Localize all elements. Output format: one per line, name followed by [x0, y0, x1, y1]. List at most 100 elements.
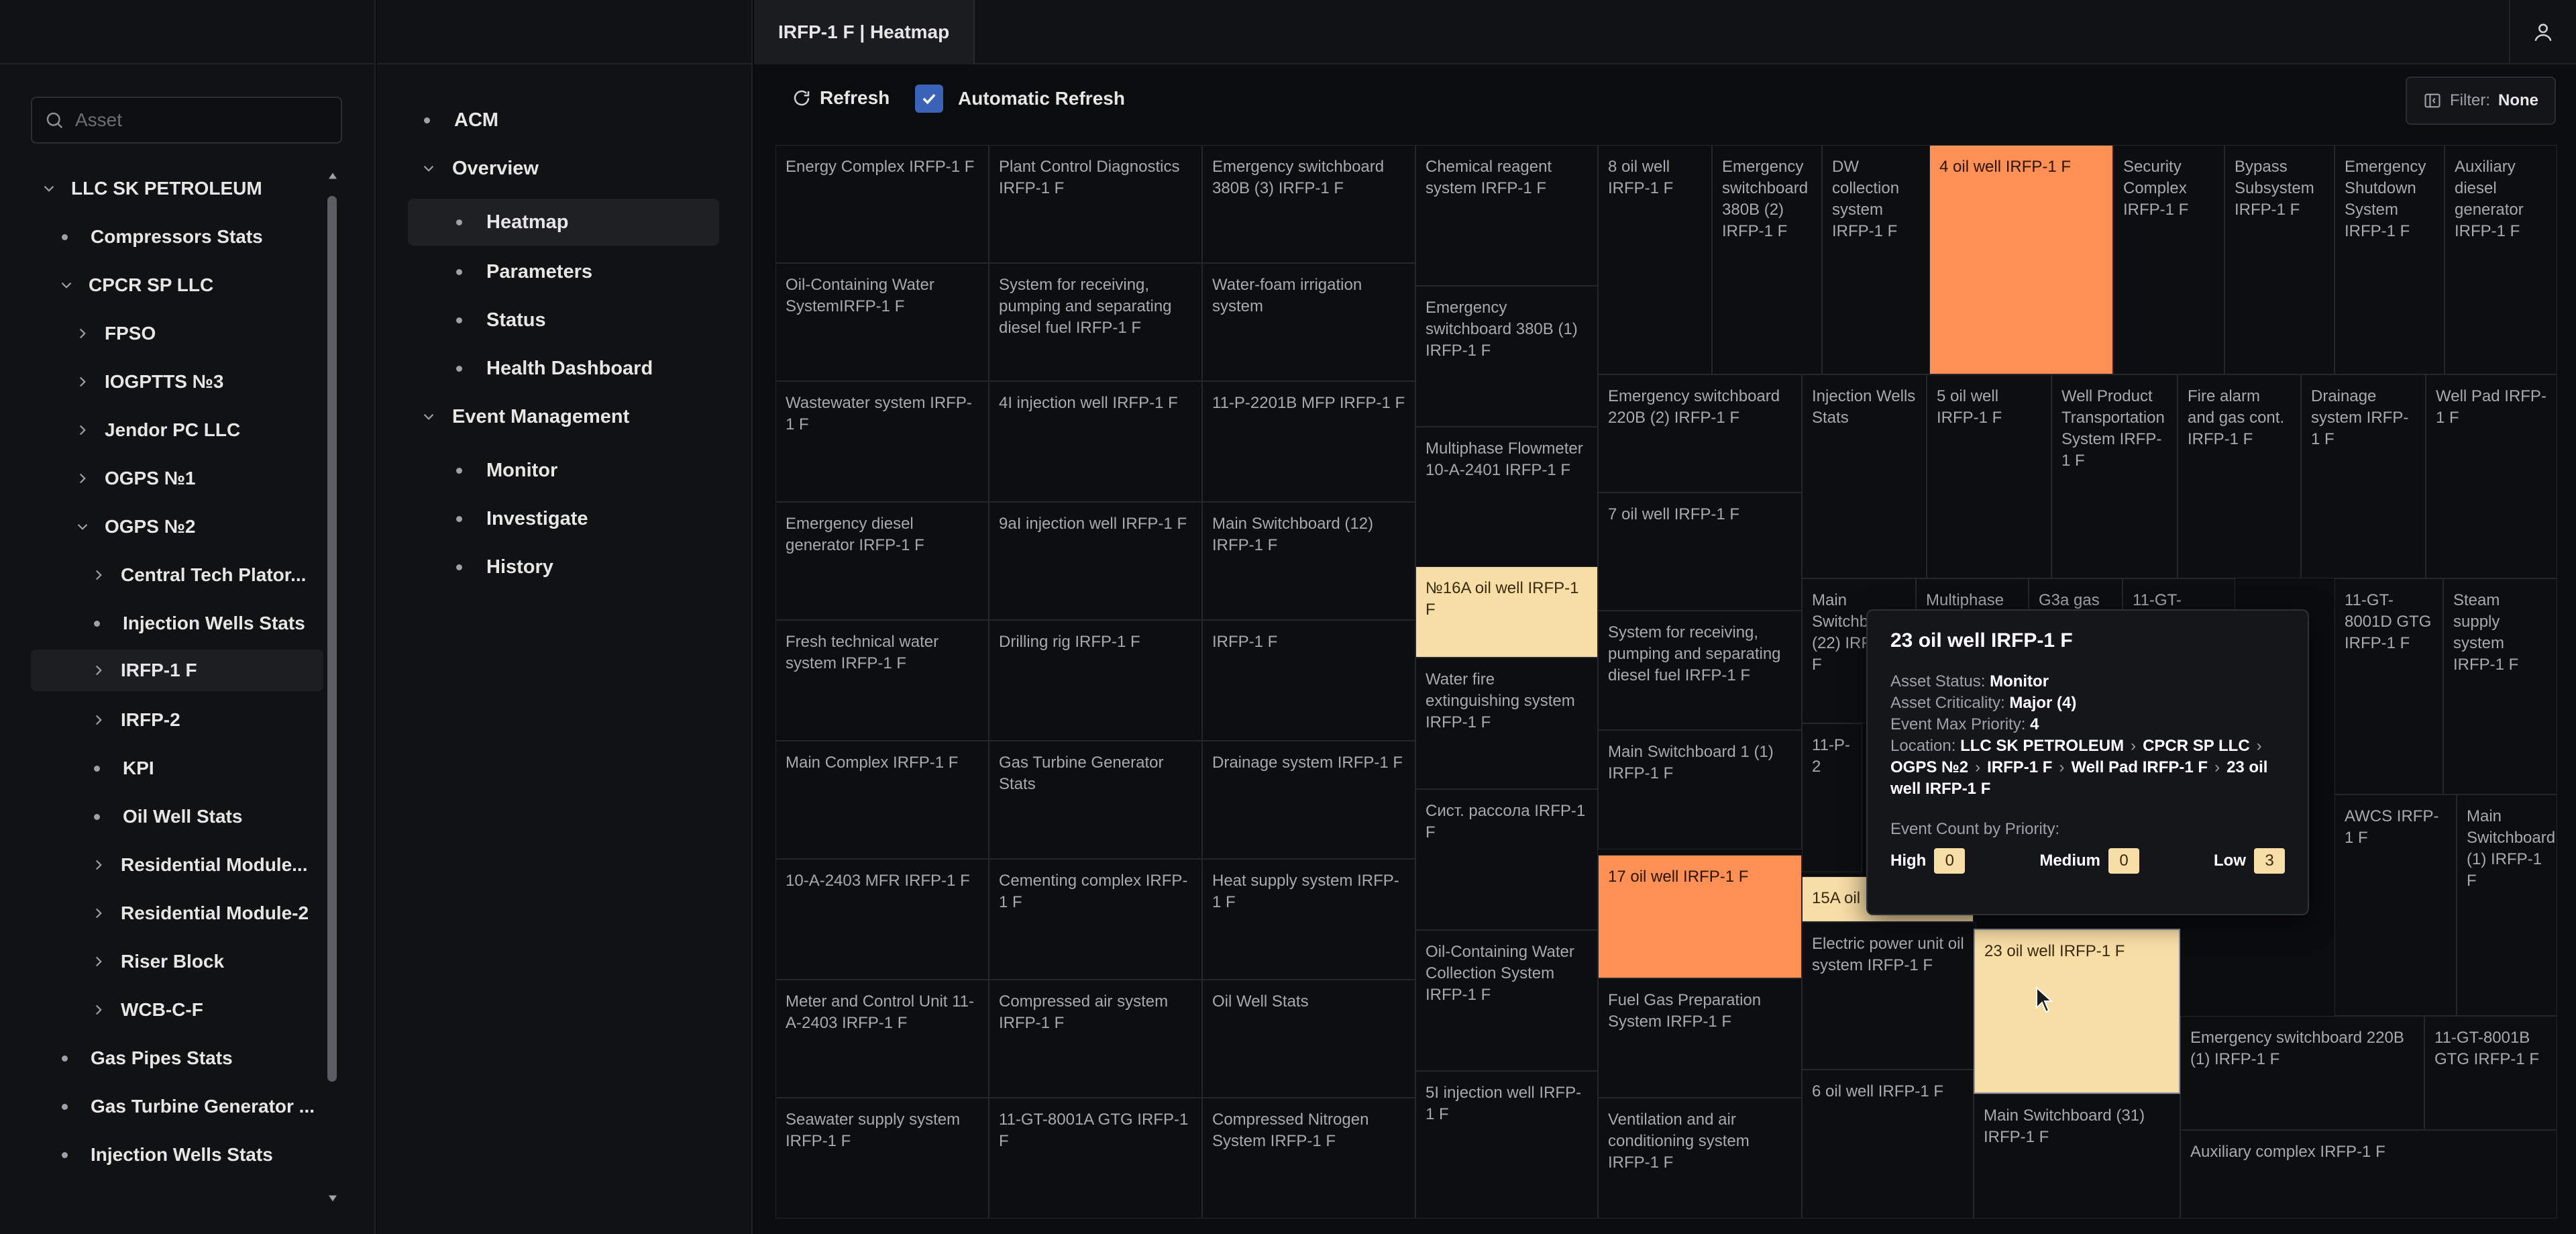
heatmap-cell[interactable]: Fuel Gas Preparation System IRFP-1 F	[1598, 978, 1802, 1098]
heatmap-cell-warning[interactable]: №16A oil well IRFP-1 F	[1415, 566, 1598, 658]
heatmap-cell[interactable]: 11-GT-8001D GTG IRFP-1 F	[2334, 578, 2443, 794]
tree-item-llc-sk-petroleum[interactable]: LLC SK PETROLEUM	[39, 168, 262, 209]
heatmap-cell[interactable]: Injection Wells Stats	[1802, 374, 1927, 578]
tree-item-cpcr-sp-llc[interactable]: CPCR SP LLC	[56, 264, 213, 306]
heatmap-cell[interactable]: 5 oil well IRFP-1 F	[1927, 374, 2051, 578]
tree-item-irfp-1f[interactable]: IRFP-1 F	[31, 650, 323, 691]
heatmap-cell[interactable]: Compressed Nitrogen System IRFP-1 F	[1202, 1098, 1415, 1219]
chevron-right-icon[interactable]	[89, 710, 109, 730]
chevron-right-icon[interactable]	[89, 565, 109, 585]
heatmap-cell[interactable]: Gas Turbine Generator Stats	[989, 741, 1202, 859]
tree-item-ogps-1[interactable]: OGPS №1	[72, 458, 195, 499]
heatmap-cell[interactable]: Oil-Containing Water SystemIRFP-1 F	[775, 263, 989, 381]
heatmap-cell[interactable]: Water fire extinguishing system IRFP-1 F	[1415, 658, 1598, 789]
scroll-down-icon[interactable]	[326, 1192, 339, 1205]
heatmap-cell[interactable]: Main Switchboard 1 (1) IRFP-1 F	[1598, 730, 1802, 850]
heatmap-cell[interactable]: IRFP-1 F	[1202, 620, 1415, 741]
heatmap-cell[interactable]: Emergency Shutdown System IRFP-1 F	[2334, 145, 2445, 374]
chevron-down-icon[interactable]	[419, 158, 439, 178]
heatmap-cell[interactable]: DW collection system IRFP-1 F	[1822, 145, 1933, 374]
heatmap-cell[interactable]: 10-A-2403 MFR IRFP-1 F	[775, 859, 989, 980]
heatmap-cell[interactable]: 8 oil well IRFP-1 F	[1598, 145, 1712, 374]
chevron-down-icon[interactable]	[419, 407, 439, 427]
tree-item-iogptts-3[interactable]: IOGPTTS №3	[72, 361, 223, 403]
tree-scrollbar[interactable]	[326, 169, 339, 1206]
nav-item-parameters[interactable]: Parameters	[456, 248, 592, 295]
heatmap-cell[interactable]: Main Switchboard (1) IRFP-1 F	[2457, 794, 2557, 1016]
chevron-right-icon[interactable]	[72, 323, 93, 344]
chevron-down-icon[interactable]	[72, 517, 93, 537]
tab-heatmap[interactable]: IRFP-1 F | Heatmap	[754, 0, 975, 64]
chevron-down-icon[interactable]	[39, 178, 59, 199]
heatmap-cell[interactable]: 9aI injection well IRFP-1 F	[989, 502, 1202, 620]
heatmap-cell[interactable]: 11-P-2201B MFP IRFP-1 F	[1202, 381, 1415, 502]
checkbox-checked-icon[interactable]	[915, 85, 943, 113]
tree-scrollbar-thumb[interactable]	[327, 196, 337, 1082]
heatmap-cell[interactable]: Heat supply system IRFP-1 F	[1202, 859, 1415, 980]
heatmap-cell[interactable]: Emergency switchboard 380B (2) IRFP-1 F	[1712, 145, 1822, 374]
heatmap-cell[interactable]: Fresh technical water system IRFP-1 F	[775, 620, 989, 741]
heatmap-cell[interactable]: Oil Well Stats	[1202, 980, 1415, 1098]
tree-item-residential-module[interactable]: Residential Module...	[89, 844, 307, 886]
nav-item-acm[interactable]: ACM	[424, 97, 498, 144]
heatmap-cell[interactable]: System for receiving, pumping and separa…	[989, 263, 1202, 381]
tree-item-jendor-pc-llc[interactable]: Jendor PC LLC	[72, 409, 240, 451]
chevron-down-icon[interactable]	[56, 275, 76, 295]
heatmap-cell[interactable]: Meter and Control Unit 11-A-2403 IRFP-1 …	[775, 980, 989, 1098]
tree-item-riser-block[interactable]: Riser Block	[89, 941, 224, 982]
heatmap-cell[interactable]: 4I injection well IRFP-1 F	[989, 381, 1202, 502]
tree-item-wcb-c-f[interactable]: WCB-C-F	[89, 989, 203, 1031]
asset-search-box[interactable]	[31, 97, 342, 144]
nav-item-health-dashboard[interactable]: Health Dashboard	[456, 345, 653, 392]
automatic-refresh-checkbox[interactable]: Automatic Refresh	[915, 85, 1125, 113]
heatmap-cell[interactable]: Multiphase Flowmeter 10-A-2401 IRFP-1 F	[1415, 427, 1598, 568]
nav-item-status[interactable]: Status	[456, 297, 546, 344]
chevron-right-icon[interactable]	[72, 372, 93, 392]
heatmap-cell[interactable]: Main Switchboard (31) IRFP-1 F	[1974, 1094, 2180, 1219]
nav-item-overview[interactable]: Overview	[419, 145, 539, 192]
heatmap-cell[interactable]: Fire alarm and gas cont. IRFP-1 F	[2178, 374, 2301, 578]
tree-item-injection-wells-stats[interactable]: Injection Wells Stats	[87, 603, 305, 644]
heatmap-cell[interactable]: AWCS IRFP-1 F	[2334, 794, 2457, 1016]
nav-item-event-management[interactable]: Event Management	[419, 393, 629, 440]
chevron-right-icon[interactable]	[72, 420, 93, 440]
heatmap-cell[interactable]: Main Switchboard (12) IRFP-1 F	[1202, 502, 1415, 620]
tree-item-oil-well-stats[interactable]: Oil Well Stats	[87, 796, 242, 837]
heatmap-cell[interactable]: Energy Complex IRFP-1 F	[775, 145, 989, 263]
heatmap-cell[interactable]: Plant Control Diagnostics IRFP-1 F	[989, 145, 1202, 263]
chevron-right-icon[interactable]	[89, 660, 109, 680]
heatmap-cell[interactable]: Bypass Subsystem IRFP-1 F	[2224, 145, 2334, 374]
heatmap-cell[interactable]: Main Complex IRFP-1 F	[775, 741, 989, 859]
nav-item-history[interactable]: History	[456, 544, 553, 590]
asset-search-input[interactable]	[75, 109, 317, 131]
heatmap-cell[interactable]: Emergency switchboard 380B (3) IRFP-1 F	[1202, 145, 1415, 263]
user-profile-button[interactable]	[2509, 0, 2576, 64]
heatmap-cell[interactable]: Electric power unit oil system IRFP-1 F	[1802, 922, 1976, 1070]
heatmap-cell-warning-hovered[interactable]: 23 oil well IRFP-1 F	[1974, 929, 2180, 1094]
chevron-right-icon[interactable]	[89, 855, 109, 875]
tree-item-residential-module-2[interactable]: Residential Module-2	[89, 892, 309, 934]
nav-item-heatmap[interactable]: Heatmap	[408, 199, 719, 246]
tree-item-gas-pipes-stats[interactable]: Gas Pipes Stats	[55, 1037, 233, 1079]
heatmap-cell[interactable]: Oil-Containing Water Collection System I…	[1415, 930, 1598, 1071]
heatmap-cell[interactable]: Emergency switchboard 220B (2) IRFP-1 F	[1598, 374, 1802, 493]
heatmap-cell[interactable]: Ventilation and air conditioning system …	[1598, 1098, 1802, 1219]
heatmap-cell[interactable]: Drainage system IRFP-1 F	[2301, 374, 2426, 578]
heatmap-cell[interactable]: Well Product Transportation System IRFP-…	[2051, 374, 2178, 578]
heatmap-cell[interactable]: Security Complex IRFP-1 F	[2113, 145, 2224, 374]
tree-item-kpi[interactable]: KPI	[87, 748, 154, 789]
heatmap-cell[interactable]: System for receiving, pumping and separa…	[1598, 611, 1802, 730]
filter-button[interactable]: Filter: None	[2406, 76, 2556, 125]
heatmap-cell[interactable]: Cementing complex IRFP-1 F	[989, 859, 1202, 980]
tree-item-fpso[interactable]: FPSO	[72, 313, 156, 354]
nav-item-monitor[interactable]: Monitor	[456, 447, 557, 494]
heatmap-cell[interactable]: Auxiliary diesel generator IRFP-1 F	[2445, 145, 2557, 374]
heatmap-cell[interactable]: 11-GT-8001A GTG IRFP-1 F	[989, 1098, 1202, 1219]
chevron-right-icon[interactable]	[89, 903, 109, 923]
heatmap-cell[interactable]: Well Pad IRFP-1 F	[2426, 374, 2557, 578]
heatmap-cell[interactable]: 11-GT-8001B GTG IRFP-1 F	[2424, 1016, 2557, 1130]
refresh-button[interactable]: Refresh	[792, 87, 890, 109]
tree-item-gas-turbine-generator[interactable]: Gas Turbine Generator ...	[55, 1086, 315, 1127]
heatmap-cell[interactable]: Emergency diesel generator IRFP-1 F	[775, 502, 989, 620]
heatmap-cell-critical[interactable]: 17 oil well IRFP-1 F	[1598, 855, 1802, 978]
